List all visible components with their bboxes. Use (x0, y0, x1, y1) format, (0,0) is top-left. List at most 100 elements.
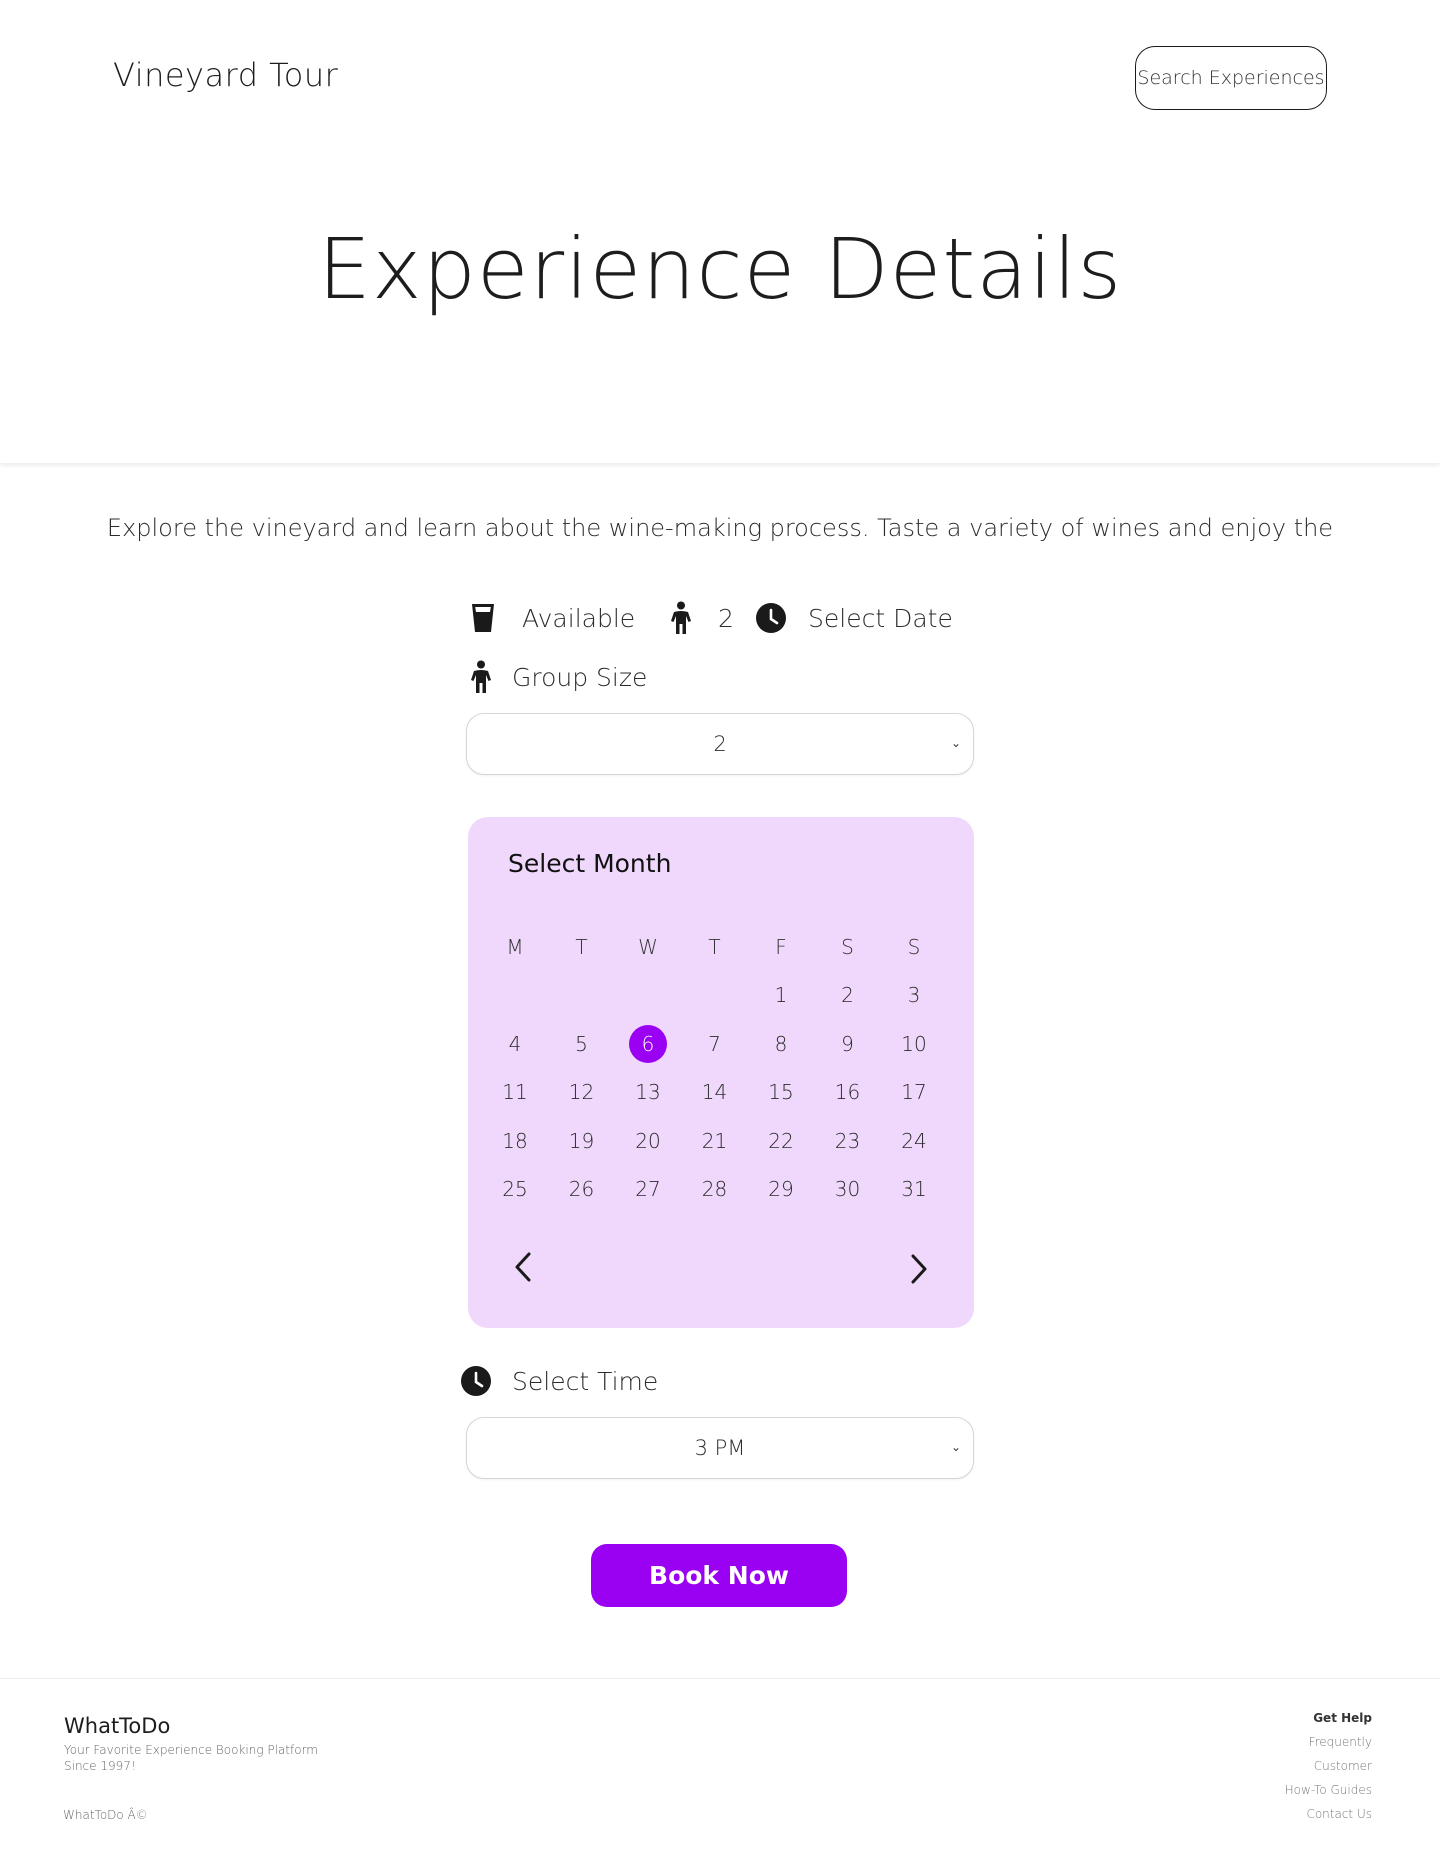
book-now-button[interactable]: Book Now (591, 1544, 847, 1607)
footer-link-how-to-guides[interactable]: How-To Guides (1285, 1782, 1372, 1806)
calendar-title: Select Month (508, 849, 672, 878)
calendar-day[interactable]: 19 (549, 1121, 615, 1161)
group-size-value: 2 (713, 732, 727, 756)
person-icon (670, 601, 692, 635)
weekday-header: F (775, 935, 787, 959)
person-icon (470, 660, 492, 694)
calendar-day[interactable]: 15 (748, 1072, 814, 1112)
weekday-header: W (638, 935, 658, 959)
weekday-header: S (907, 935, 921, 959)
calendar-day[interactable]: 13 (615, 1072, 681, 1112)
select-time-label-row: Select Time (460, 1361, 658, 1401)
group-size-label-row: Group Size (470, 657, 647, 697)
calendar-day-number: 19 (568, 1128, 595, 1153)
calendar-day-number: 11 (502, 1080, 528, 1104)
calendar-day[interactable]: 2 (815, 975, 881, 1015)
date-info: Select Date (755, 598, 953, 638)
calendar-day-number: 13 (635, 1080, 661, 1104)
calendar-day[interactable]: 24 (881, 1121, 947, 1161)
calendar-day-number: 21 (701, 1128, 728, 1153)
previous-month-button[interactable] (508, 1247, 538, 1287)
calendar-day[interactable]: 25 (482, 1169, 548, 1209)
calendar-day-number: 23 (834, 1128, 861, 1153)
footer-links-heading: Get Help (1313, 1711, 1372, 1725)
calendar: Select Month M T W T F S S 1 2 3 4 5 6 7 8 9 10 11 12 13 14 1… (468, 817, 974, 1328)
weekday-header: T (575, 935, 588, 959)
group-size-select[interactable]: 2 ⌄ (466, 713, 974, 775)
page-header: Vineyard Tour Search Experiences Experie… (0, 0, 1440, 463)
calendar-day[interactable]: 23 (815, 1121, 881, 1161)
clock-icon (755, 602, 787, 634)
footer-help-links: Get Help Frequently Customer How-To Guid… (1285, 1710, 1372, 1830)
calendar-day[interactable]: 9 (815, 1024, 881, 1064)
calendar-day-number: 14 (701, 1080, 728, 1104)
calendar-day[interactable]: 14 (682, 1072, 748, 1112)
availability-info: Available (470, 598, 635, 638)
calendar-day-number: 30 (834, 1177, 861, 1201)
calendar-day-number: 31 (901, 1177, 927, 1201)
calendar-day-number: 16 (834, 1080, 861, 1104)
weekday-header: M (506, 935, 524, 959)
calendar-day-number: 26 (568, 1177, 595, 1201)
calendar-day-number: 4 (508, 1031, 522, 1056)
calendar-day[interactable]: 17 (881, 1072, 947, 1112)
experience-description: Explore the vineyard and learn about the… (106, 514, 1334, 542)
chevron-down-icon: ⌄ (950, 736, 961, 750)
footer-link-customer[interactable]: Customer (1285, 1758, 1372, 1782)
chevron-down-icon: ⌄ (950, 1440, 961, 1454)
calendar-day-number: 24 (901, 1128, 927, 1153)
footer-link-frequently[interactable]: Frequently (1285, 1734, 1372, 1758)
calendar-day[interactable]: 8 (748, 1024, 814, 1064)
calendar-day[interactable]: 21 (682, 1121, 748, 1161)
calendar-day[interactable]: 30 (815, 1169, 881, 1209)
calendar-day-number: 12 (568, 1080, 595, 1104)
calendar-day-number: 10 (901, 1031, 927, 1056)
select-time-label: Select Time (512, 1366, 659, 1396)
guest-count-info: 2 (670, 598, 734, 638)
calendar-day[interactable]: 31 (881, 1169, 947, 1209)
group-size-label: Group Size (512, 662, 648, 692)
calendar-day-number: 1 (774, 983, 788, 1007)
calendar-day-number: 29 (768, 1177, 794, 1201)
calendar-day-number: 20 (635, 1128, 661, 1153)
calendar-day-number: 18 (502, 1128, 528, 1153)
calendar-day[interactable]: 7 (682, 1024, 748, 1064)
calendar-day[interactable]: 28 (682, 1169, 748, 1209)
calendar-day[interactable]: 1 (748, 975, 814, 1015)
calendar-day[interactable]: 11 (482, 1072, 548, 1112)
calendar-day-number: 3 (907, 983, 921, 1007)
calendar-day-number: 22 (768, 1128, 794, 1153)
calendar-day[interactable]: 3 (881, 975, 947, 1015)
calendar-day[interactable]: 29 (748, 1169, 814, 1209)
chevron-right-icon (911, 1254, 927, 1284)
calendar-day[interactable]: 12 (549, 1072, 615, 1112)
calendar-day-number: 15 (768, 1080, 794, 1104)
drink-glass-icon (470, 602, 496, 634)
next-month-button[interactable] (904, 1249, 934, 1289)
calendar-day-number: 6 (629, 1024, 667, 1063)
calendar-day[interactable]: 5 (549, 1024, 615, 1064)
footer-tagline: Your Favorite Experience Booking Platfor… (64, 1743, 318, 1773)
time-value: 3 PM (694, 1436, 746, 1460)
calendar-day[interactable]: 10 (881, 1024, 947, 1064)
search-experiences-button[interactable]: Search Experiences (1135, 46, 1327, 110)
calendar-day[interactable]: 27 (615, 1169, 681, 1209)
calendar-day[interactable]: 4 (482, 1024, 548, 1064)
calendar-day-number: 7 (708, 1031, 721, 1056)
footer-link-contact-us[interactable]: Contact Us (1285, 1806, 1372, 1830)
calendar-day-number: 5 (575, 1031, 588, 1056)
calendar-day[interactable]: 18 (482, 1121, 548, 1161)
site-title[interactable]: Vineyard Tour (113, 56, 338, 94)
chevron-left-icon (515, 1252, 531, 1282)
time-select[interactable]: 3 PM ⌄ (466, 1417, 974, 1479)
guest-count: 2 (718, 603, 734, 633)
calendar-day-number: 25 (502, 1177, 528, 1201)
calendar-day-selected[interactable]: 6 (615, 1024, 681, 1064)
calendar-day[interactable]: 16 (815, 1072, 881, 1112)
calendar-day[interactable]: 22 (748, 1121, 814, 1161)
calendar-day[interactable]: 26 (549, 1169, 615, 1209)
weekday-header: T (708, 935, 721, 959)
availability-status: Available (522, 603, 636, 633)
calendar-day-number: 28 (701, 1177, 728, 1201)
calendar-day[interactable]: 20 (615, 1121, 681, 1161)
